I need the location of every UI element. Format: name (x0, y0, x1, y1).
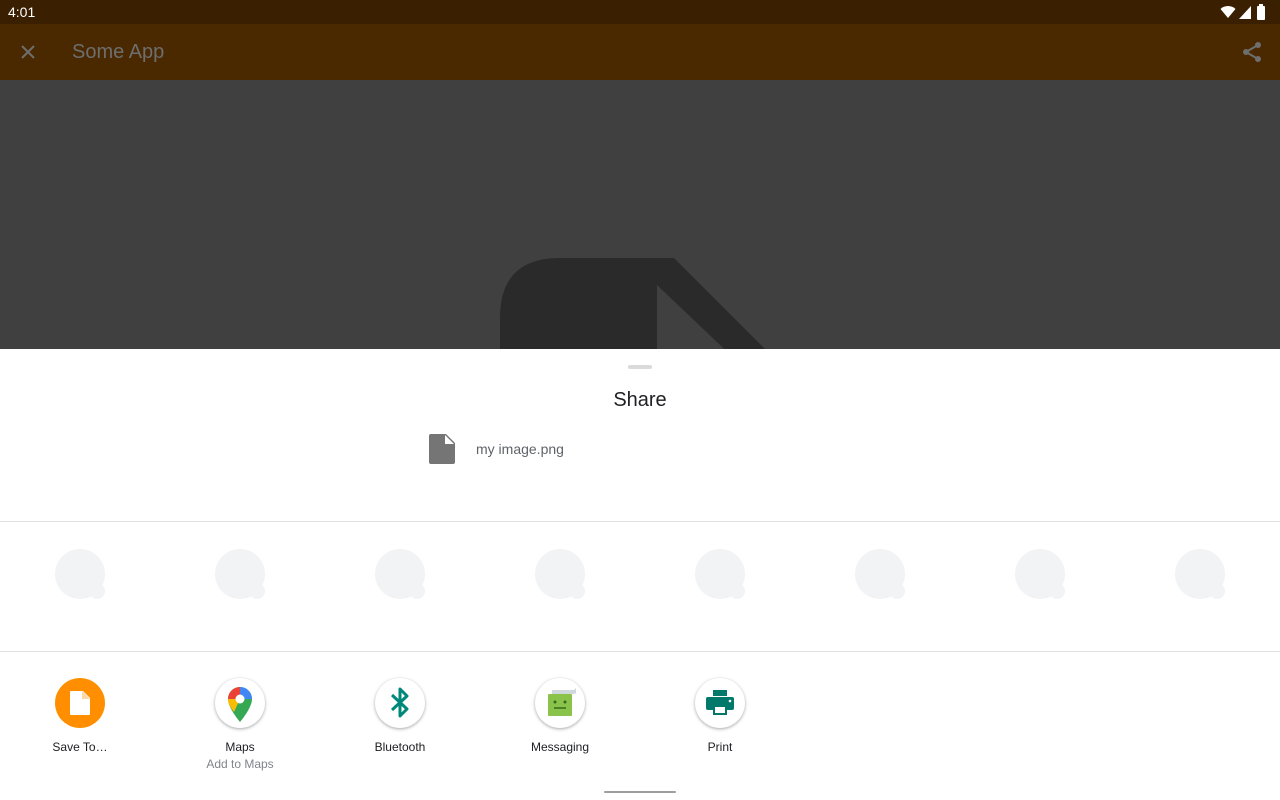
signal-icon (1239, 6, 1251, 19)
direct-share-placeholder (855, 549, 905, 599)
file-icon (429, 434, 455, 464)
status-bar: 4:01 (0, 0, 1280, 24)
file-name: my image.png (476, 441, 564, 457)
gesture-nav-bar[interactable] (604, 791, 676, 793)
messaging-app-icon (535, 678, 585, 728)
share-target-messaging[interactable]: Messaging (480, 678, 640, 778)
bluetooth-icon (390, 687, 409, 718)
print-app-icon (695, 678, 745, 728)
share-target-label: Messaging (530, 740, 590, 754)
bluetooth-app-icon (375, 678, 425, 728)
status-icons (1220, 4, 1270, 20)
share-target-label: Print (707, 740, 733, 754)
maps-pin-icon (228, 687, 252, 722)
share-sheet: Share my image.png Save To… Maps Add to … (0, 349, 1280, 800)
app-title: Some App (72, 41, 165, 63)
direct-share-placeholder (55, 549, 105, 599)
image-placeholder-icon (500, 258, 765, 349)
share-target-sublabel: Add to Maps (206, 757, 274, 771)
share-target-print[interactable]: Print (640, 678, 800, 778)
app-bar: Some App (0, 24, 1280, 80)
direct-share-placeholder (1175, 549, 1225, 599)
file-icon (70, 691, 90, 715)
maps-app-icon (215, 678, 265, 728)
messaging-icon (548, 688, 576, 716)
wifi-icon (1220, 6, 1236, 18)
direct-share-placeholder (215, 549, 265, 599)
direct-share-placeholder (375, 549, 425, 599)
share-target-maps[interactable]: Maps Add to Maps (160, 678, 320, 778)
direct-share-placeholder (1015, 549, 1065, 599)
share-icon[interactable] (1240, 40, 1264, 64)
image-preview-area (0, 80, 1280, 349)
sheet-drag-handle[interactable] (628, 365, 652, 369)
direct-share-placeholder (695, 549, 745, 599)
status-time: 4:01 (8, 4, 36, 20)
share-target-save-to[interactable]: Save To… (0, 678, 160, 778)
print-icon (706, 690, 734, 715)
divider (0, 521, 1280, 522)
close-icon[interactable] (16, 40, 40, 64)
divider (0, 651, 1280, 652)
share-target-label: Maps (225, 740, 255, 754)
direct-share-placeholder (535, 549, 585, 599)
share-target-label: Bluetooth (374, 740, 426, 754)
save-to-app-icon (55, 678, 105, 728)
battery-icon (1257, 4, 1265, 20)
share-target-label: Save To… (52, 740, 108, 754)
share-target-bluetooth[interactable]: Bluetooth (320, 678, 480, 778)
sheet-title: Share (613, 389, 667, 411)
